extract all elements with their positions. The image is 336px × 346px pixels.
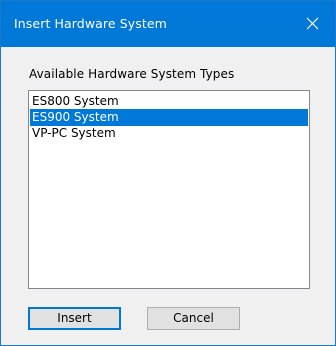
close-icon xyxy=(306,17,319,30)
insert-hardware-system-dialog: Insert Hardware System Available Hardwar… xyxy=(0,0,336,346)
window-title: Insert Hardware System xyxy=(14,16,167,31)
list-item-es900[interactable]: ES900 System xyxy=(30,109,308,126)
list-item-vp-pc[interactable]: VP-PC System xyxy=(30,125,308,142)
insert-button[interactable]: Insert xyxy=(28,307,121,330)
hardware-system-types-list[interactable]: ES800 System ES900 System VP-PC System xyxy=(28,90,310,289)
list-item-es800[interactable]: ES800 System xyxy=(30,93,308,110)
available-types-label: Available Hardware System Types xyxy=(29,67,235,81)
cancel-button[interactable]: Cancel xyxy=(147,307,240,330)
title-bar: Insert Hardware System xyxy=(1,1,335,47)
close-button[interactable] xyxy=(289,1,335,47)
